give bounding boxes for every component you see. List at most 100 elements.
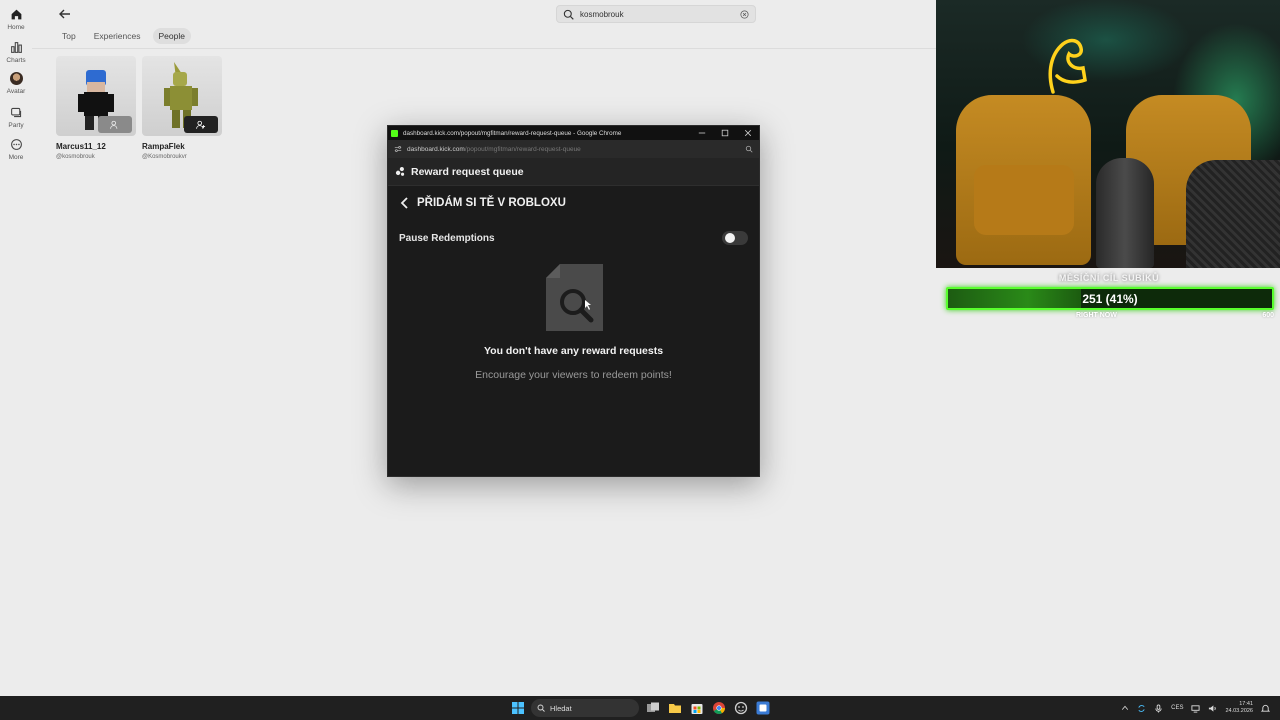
avatar-icon — [9, 72, 23, 85]
input-language[interactable]: CES — [1171, 705, 1183, 711]
webcam-feed — [936, 0, 1280, 268]
task-view-icon[interactable] — [646, 701, 660, 715]
neon-sign-flexing-arm — [1048, 38, 1087, 94]
url-path: /popout/mgfitman/reward-request-queue — [464, 145, 581, 153]
add-friend-button[interactable] — [184, 116, 218, 133]
chevron-left-icon — [400, 197, 408, 209]
more-icon — [10, 139, 22, 150]
person-name: Marcus11_12 — [56, 142, 106, 151]
maximize-button[interactable] — [713, 126, 736, 140]
nav-avatar-label: Avatar — [6, 88, 26, 95]
search-tabs: Top Experiences People — [56, 28, 191, 44]
store-icon[interactable] — [690, 701, 704, 715]
armchair-left — [956, 95, 1091, 265]
window-titlebar[interactable]: dashboard.kick.com/popout/mgfitman/rewar… — [388, 126, 759, 140]
close-window-button[interactable] — [736, 126, 759, 140]
add-friend-icon — [196, 120, 206, 129]
url-host: dashboard.kick.com — [407, 145, 465, 153]
pause-redemptions-label: Pause Redemptions — [399, 232, 495, 244]
search-icon — [537, 704, 545, 712]
system-tray: CES 17:41 24.03.2026 — [1121, 696, 1270, 720]
sub-goal-title: MĚSÍČNÍ CÍL SUBÍKŮ — [1058, 273, 1160, 283]
reward-points-icon — [395, 167, 405, 176]
person-name: RampaFlek — [142, 142, 185, 151]
clock-time: 17:41 — [1239, 700, 1253, 707]
person-avatar-image — [142, 56, 222, 136]
tab-experiences[interactable]: Experiences — [88, 28, 147, 44]
taskbar-search-label: Hledat — [550, 703, 572, 713]
nav-avatar[interactable]: Avatar — [0, 72, 32, 95]
popup-header-title: Reward request queue — [411, 165, 524, 178]
empty-state-subtitle: Encourage your viewers to redeem points! — [475, 369, 672, 381]
sub-goal-footer: RIGHT NOW 600 — [946, 312, 1274, 319]
person-handle: @kosmobrouk — [56, 154, 95, 160]
windows-start-icon[interactable] — [511, 701, 525, 715]
sub-goal-foot-left: RIGHT NOW — [1076, 312, 1117, 319]
file-explorer-icon[interactable] — [668, 701, 682, 715]
sync-icon[interactable] — [1137, 704, 1146, 713]
party-icon — [10, 107, 21, 118]
url-bar[interactable]: dashboard.kick.com/popout/mgfitman/rewar… — [388, 140, 759, 158]
sub-goal-foot-right: 600 — [1262, 312, 1274, 319]
nav-party[interactable]: Party — [0, 106, 32, 129]
charts-icon — [10, 42, 22, 53]
tab-top[interactable]: Top — [56, 28, 82, 44]
person-card[interactable]: Marcus11_12 @kosmobrouk — [56, 56, 136, 160]
notifications-icon[interactable] — [1261, 704, 1270, 713]
friends-status-button[interactable] — [98, 116, 132, 133]
chevron-up-icon[interactable] — [1121, 704, 1129, 712]
home-icon — [11, 9, 21, 20]
nav-more[interactable]: More — [0, 138, 32, 161]
maximize-icon — [721, 129, 728, 137]
site-info-icon[interactable] — [394, 145, 402, 153]
search-input[interactable] — [580, 9, 740, 19]
person-card[interactable]: RampaFlek @Kosmobroukvr — [142, 56, 222, 160]
back-arrow-icon[interactable] — [57, 6, 73, 22]
clock-date: 24.03.2026 — [1225, 708, 1253, 714]
sub-goal-progress-bar: 251 (41%) — [946, 287, 1274, 310]
pause-redemptions-row: Pause Redemptions — [399, 231, 748, 245]
window-title: dashboard.kick.com/popout/mgfitman/rewar… — [403, 129, 622, 137]
kick-logo-icon — [391, 129, 398, 137]
app-icon[interactable] — [734, 701, 748, 715]
taskbar-search[interactable]: Hledat — [531, 699, 639, 717]
nav-more-label: More — [8, 154, 24, 161]
person-handle: @Kosmobroukvr — [142, 154, 187, 160]
taskbar-clock[interactable]: 17:41 24.03.2026 — [1225, 701, 1253, 716]
zoom-search-icon[interactable] — [745, 145, 753, 153]
toggle-knob — [725, 233, 735, 243]
friend-icon — [110, 120, 118, 129]
nav-charts-label: Charts — [6, 57, 26, 64]
left-nav-rail: Home Charts Avatar Party More — [0, 0, 32, 696]
active-app-icon[interactable] — [756, 701, 770, 715]
url-text: dashboard.kick.com/popout/mgfitman/rewar… — [407, 146, 581, 153]
sub-goal-value: 251 (41%) — [1082, 291, 1138, 306]
windows-taskbar: Hledat CES 17:41 24.03.2026 — [0, 696, 1280, 720]
nav-party-label: Party — [8, 122, 24, 129]
search-bar[interactable] — [556, 5, 756, 23]
empty-state-title: You don't have any reward requests — [483, 345, 664, 357]
reward-queue-popup-window: dashboard.kick.com/popout/mgfitman/rewar… — [387, 125, 760, 477]
nav-home[interactable]: Home — [0, 8, 32, 31]
microphone-icon[interactable] — [1154, 703, 1163, 713]
network-icon[interactable] — [1191, 704, 1201, 713]
volume-icon[interactable] — [1208, 704, 1217, 713]
tab-people[interactable]: People — [152, 28, 191, 44]
nav-charts[interactable]: Charts — [0, 41, 32, 64]
chrome-icon[interactable] — [712, 701, 726, 715]
person-avatar-image — [56, 56, 136, 136]
pause-redemptions-toggle[interactable] — [722, 231, 748, 245]
reward-title: PŘIDÁM SI TĚ V ROBLOXU — [417, 197, 566, 209]
minimize-icon — [698, 132, 705, 134]
header-divider — [32, 48, 936, 49]
close-icon — [744, 129, 751, 137]
microphone — [1096, 158, 1154, 268]
reward-back-link[interactable]: PŘIDÁM SI TĚ V ROBLOXU — [400, 197, 566, 209]
popup-header: Reward request queue — [388, 158, 759, 186]
search-icon — [563, 9, 574, 20]
nav-home-label: Home — [7, 24, 25, 31]
minimize-button[interactable] — [690, 126, 713, 140]
clear-search-icon[interactable] — [740, 9, 749, 19]
gaming-chair — [1186, 160, 1280, 268]
empty-search-document-icon — [546, 264, 603, 331]
